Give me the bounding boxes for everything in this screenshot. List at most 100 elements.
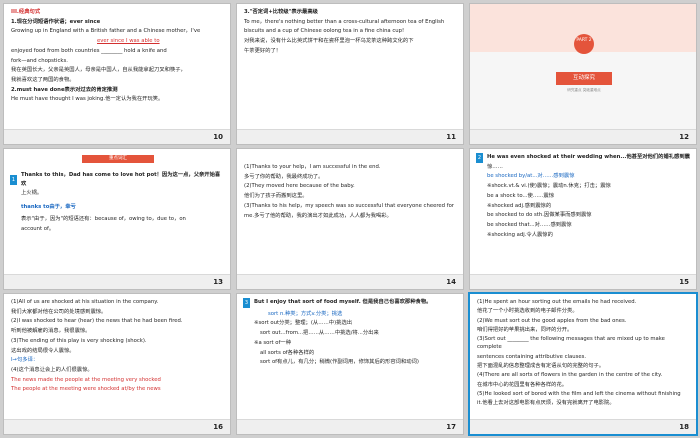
slide-line: ※sort out分类；整理；(从……中)挑选出 xyxy=(254,320,353,327)
slide-thumbnail-14[interactable]: (1)Thanks to your help，I am successful i… xyxy=(236,148,464,290)
slide-line: biscuits and a cup of Chinese oolong tea… xyxy=(244,28,405,35)
slide-line: 上火锅。 xyxy=(21,190,43,197)
slide-line: 我们大家都对他在公司的处境感到震惊。 xyxy=(11,308,107,315)
slide-line: He must have thought I was joking.他一定认为我… xyxy=(11,96,164,103)
slide-number: 17 xyxy=(446,423,456,431)
slide-number: 18 xyxy=(679,423,689,431)
slide-line: He was even shocked at their wedding whe… xyxy=(487,154,690,160)
slide-line: 听到他被解雇的消息，我很震惊。 xyxy=(11,328,91,335)
slide-line: sentences containing attributive clauses… xyxy=(477,353,587,360)
slide-footer: 16 xyxy=(4,419,230,434)
slide-line: 我在英国长大，父亲是英国人，母亲是中国人，自从我能拿起刀叉和筷子， xyxy=(11,67,186,74)
slide-line: To me，there's nothing better than a cros… xyxy=(244,18,445,25)
slide-line: ※a sort of一种 xyxy=(254,339,292,346)
slide-text: He was even shocked at their wedding whe… xyxy=(487,153,690,271)
slide-line: 多亏了你的帮助，我最终成功了。 xyxy=(244,173,324,180)
slide-line: (4)这个消息让会上的人们很震惊。 xyxy=(11,366,93,373)
slide-line: (2)We must sort out the good apples from… xyxy=(477,317,627,324)
slide-footer: 15 xyxy=(470,274,696,289)
slide-thumbnail-15[interactable]: 2 He was even shocked at their wedding w… xyxy=(469,148,697,290)
slide-line: (3)The ending of this play is very shock… xyxy=(11,337,147,344)
slide-line: 在城市中心的花园里有各种各样的花。 xyxy=(477,381,568,388)
slide-number: 14 xyxy=(446,278,456,286)
slide-line: be shocked by/at...对……感到震惊 xyxy=(487,173,575,180)
slide-footer: 10 xyxy=(4,129,230,144)
slide-line: ※shock.vt.& vi.(使)震惊；震动n.休克；打击；震惊 xyxy=(487,183,611,190)
slide-line: (3)Thanks to his help，my speech was so s… xyxy=(244,202,454,209)
slide-thumbnail-13[interactable]: 重点词汇 1 Thanks to this，Dad has come to lo… xyxy=(3,148,231,290)
slide-line: 他们为了孩子而搬到这里。 xyxy=(244,193,308,200)
slide-text: (1)He spent an hour sorting out the emai… xyxy=(477,298,690,416)
slide-number: 12 xyxy=(679,133,689,141)
slide-line: 把下面混乱的信息整理成含有定语从句的完整的句子。 xyxy=(477,363,605,370)
slide-line: thanks to由于，幸亏 xyxy=(21,204,76,211)
slide-footer: 11 xyxy=(237,129,463,144)
slide-text: Thanks to this，Dad has come to love hot … xyxy=(21,171,224,271)
slide-number: 15 xyxy=(679,278,689,286)
slide-text: 3."否定词+比较级"表示最高级 To me，there's nothing b… xyxy=(244,8,457,126)
slide-thumbnail-18[interactable]: (1)He spent an hour sorting out the emai… xyxy=(468,292,698,436)
slide-sorter-grid: III.经典句式 1.现在分词短语作状语；ever since Growing … xyxy=(0,0,700,438)
slide-line: ever since I was able to xyxy=(97,38,160,45)
slide-footer: 12 xyxy=(470,129,696,144)
slide-thumbnail-16[interactable]: (1)All of us are shocked at his situatio… xyxy=(3,293,231,435)
slide-line: (1)Thanks to your help，I am successful i… xyxy=(244,164,381,170)
slide-line: 表示"由于，因为"的短语还有：because of，owing to，due t… xyxy=(21,215,186,222)
slide-footer: 18 xyxy=(470,419,696,434)
slide-line: be shocked to do sth.因做某事而感到震惊 xyxy=(487,212,592,219)
item-number-icon: 1 xyxy=(10,175,17,185)
slide-line: The news made the people at the meeting … xyxy=(11,376,161,383)
section-cover: PART 2 互动探究 研究重点 突破重难点 xyxy=(470,4,696,131)
slide-line: 2.must have done表示对过去的肯定推测 xyxy=(11,86,118,93)
slide-line: 惊…… xyxy=(487,163,503,170)
item-number-icon: 3 xyxy=(243,298,250,308)
slide-line: sort out...from...把……从……中挑选/将...分出来 xyxy=(260,330,379,337)
slide-line: (1)He spent an hour sorting out the emai… xyxy=(477,299,637,305)
slide-thumbnail-12[interactable]: PART 2 互动探究 研究重点 突破重难点 12 xyxy=(469,3,697,145)
section-tag: 重点词汇 xyxy=(82,155,154,163)
slide-line: (2)I was shocked to hear (hear) the news… xyxy=(11,318,183,325)
slide-line: (4)There are all sorts of flowers in the… xyxy=(477,372,663,379)
slide-line: sort n.种类；方式v.分类；挑选 xyxy=(268,310,343,317)
slide-line: The people at the meeting were shocked a… xyxy=(11,386,161,393)
section-title: 互动探究 xyxy=(556,72,612,85)
slide-line: (1)All of us are shocked at his situatio… xyxy=(11,299,159,305)
slide-line: 他花了一个小时挑选收到的电子邮件分类。 xyxy=(477,308,578,315)
slide-line: 3."否定词+比较级"表示最高级 xyxy=(244,9,318,15)
slide-line: fork—and chopsticks. xyxy=(11,57,68,64)
slide-line: But I enjoy that sort of food myself. 但是… xyxy=(254,299,432,305)
slide-line: (2)They moved here because of the baby. xyxy=(244,183,355,190)
slide-line: (3)Sort out ________ the following messa… xyxy=(477,336,665,351)
slide-number: 13 xyxy=(213,278,223,286)
slide-number: 10 xyxy=(213,133,223,141)
slide-thumbnail-10[interactable]: III.经典句式 1.现在分词短语作状语；ever since Growing … xyxy=(3,3,231,145)
slide-line: III.经典句式 xyxy=(11,9,41,15)
slide-thumbnail-11[interactable]: 3."否定词+比较级"表示最高级 To me，there's nothing b… xyxy=(236,3,464,145)
slide-number: 16 xyxy=(213,423,223,431)
slide-line: ※shocking adj.令人震惊的 xyxy=(487,231,553,238)
slide-text: III.经典句式 1.现在分词短语作状语；ever since Growing … xyxy=(11,8,224,126)
slide-line: all sorts of各种各样的 xyxy=(260,349,315,356)
slide-line: 咱们得把好的苹果挑出来，同坏的分开。 xyxy=(477,326,573,333)
slide-line: sort of有点儿，有几分；稍微(作副词用，修饰其后的形容词和动词) xyxy=(260,359,419,366)
slide-line: (5)He looked sort of bored with the film… xyxy=(477,390,681,397)
slide-thumbnail-17[interactable]: 3 But I enjoy that sort of food myself. … xyxy=(236,293,464,435)
slide-footer: 14 xyxy=(237,274,463,289)
slide-line: 我就喜欢这了两国的食物。 xyxy=(11,76,75,83)
slide-line: Ⅰ→句多译： xyxy=(11,357,39,364)
slide-line: 这出戏的结局很令人震惊。 xyxy=(11,347,75,354)
slide-line: Growing up in England with a British fat… xyxy=(11,28,201,35)
slide-footer: 17 xyxy=(237,419,463,434)
slide-text: But I enjoy that sort of food myself. 但是… xyxy=(254,298,457,416)
slide-line: be a shock to...使……震惊 xyxy=(487,192,555,199)
item-number-icon: 2 xyxy=(476,153,483,163)
slide-line: Thanks to this，Dad has come to love hot … xyxy=(21,172,221,187)
slide-footer: 13 xyxy=(4,274,230,289)
slide-line: 1.现在分词短语作状语；ever since xyxy=(11,18,101,25)
slide-line: enjoyed food from both countries _______… xyxy=(11,47,167,54)
slide-text: (1)All of us are shocked at his situatio… xyxy=(11,298,224,416)
slide-line: ※shocked adj.感到震惊的 xyxy=(487,202,552,209)
slide-line: be shocked that...对……感到震惊 xyxy=(487,221,572,228)
slide-line: account of。 xyxy=(21,225,55,232)
slide-line: it.他看上去对这部电影有点厌烦，没有完就离开了电影院。 xyxy=(477,400,615,407)
